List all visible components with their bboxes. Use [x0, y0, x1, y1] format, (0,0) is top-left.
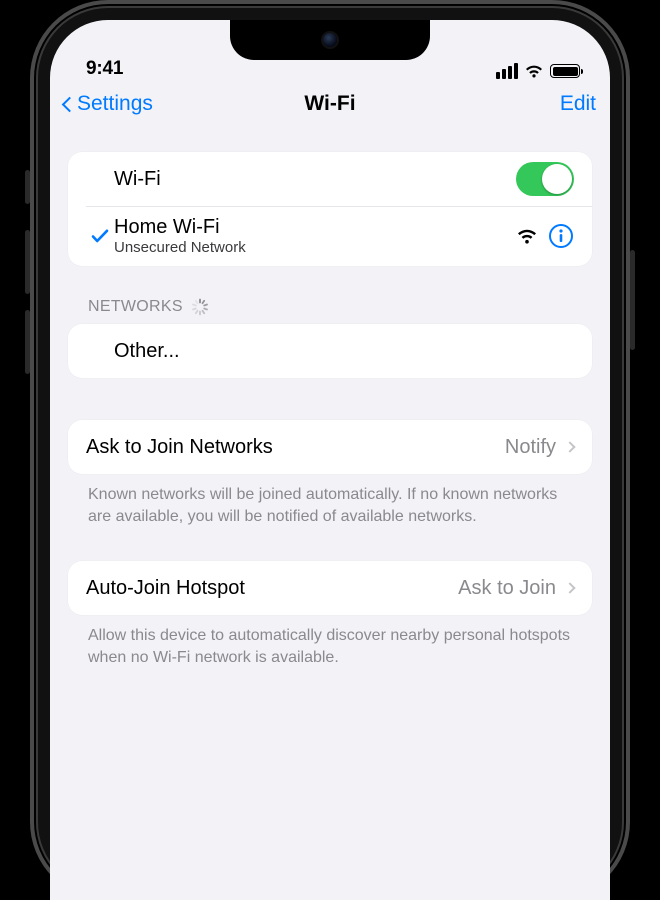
wifi-group: Wi-Fi Home Wi-Fi Unsecured Network [68, 152, 592, 266]
wifi-toggle-row[interactable]: Wi-Fi [68, 152, 592, 206]
wifi-switch[interactable] [516, 162, 574, 196]
ask-join-group: Ask to Join Networks Notify [68, 420, 592, 474]
notch [230, 20, 430, 60]
auto-hotspot-row[interactable]: Auto-Join Hotspot Ask to Join [68, 561, 592, 615]
battery-icon [550, 64, 580, 78]
content: Wi-Fi Home Wi-Fi Unsecured Network [50, 152, 610, 668]
connected-network-name: Home Wi-Fi [114, 216, 516, 239]
cellular-icon [496, 63, 518, 79]
connected-network-row[interactable]: Home Wi-Fi Unsecured Network [68, 206, 592, 266]
nav-bar: Settings Wi-Fi Edit [50, 80, 610, 128]
connected-network-subtitle: Unsecured Network [114, 239, 516, 256]
ask-join-label: Ask to Join Networks [86, 436, 505, 459]
edit-button[interactable]: Edit [560, 92, 596, 116]
networks-header-label: NETWORKS [88, 298, 183, 316]
back-button[interactable]: Settings [64, 92, 153, 116]
status-time: 9:41 [86, 58, 123, 80]
other-network-label: Other... [114, 340, 574, 363]
back-label: Settings [77, 92, 153, 116]
auto-hotspot-label: Auto-Join Hotspot [86, 577, 458, 600]
auto-hotspot-footer: Allow this device to automatically disco… [68, 615, 592, 668]
networks-group: Other... [68, 324, 592, 378]
wifi-toggle-label: Wi-Fi [114, 168, 516, 191]
wifi-icon [524, 64, 544, 79]
power-button [630, 250, 635, 350]
other-network-row[interactable]: Other... [68, 324, 592, 378]
screen: 9:41 Settings Wi-Fi Edit Wi-Fi [50, 20, 610, 900]
ask-join-value: Notify [505, 436, 556, 459]
auto-hotspot-group: Auto-Join Hotspot Ask to Join [68, 561, 592, 615]
ask-join-footer: Known networks will be joined automatica… [68, 474, 592, 527]
info-button[interactable] [548, 223, 574, 249]
signal-icon [516, 228, 538, 245]
chevron-right-icon [564, 583, 575, 594]
phone-frame: 9:41 Settings Wi-Fi Edit Wi-Fi [30, 0, 630, 900]
checkmark-icon [90, 226, 110, 246]
chevron-left-icon [62, 96, 78, 112]
spinner-icon [191, 298, 209, 316]
camera-dot [323, 33, 337, 47]
networks-header: NETWORKS [88, 298, 588, 316]
status-icons [496, 63, 580, 80]
chevron-right-icon [564, 441, 575, 452]
auto-hotspot-value: Ask to Join [458, 577, 556, 600]
ask-join-row[interactable]: Ask to Join Networks Notify [68, 420, 592, 474]
